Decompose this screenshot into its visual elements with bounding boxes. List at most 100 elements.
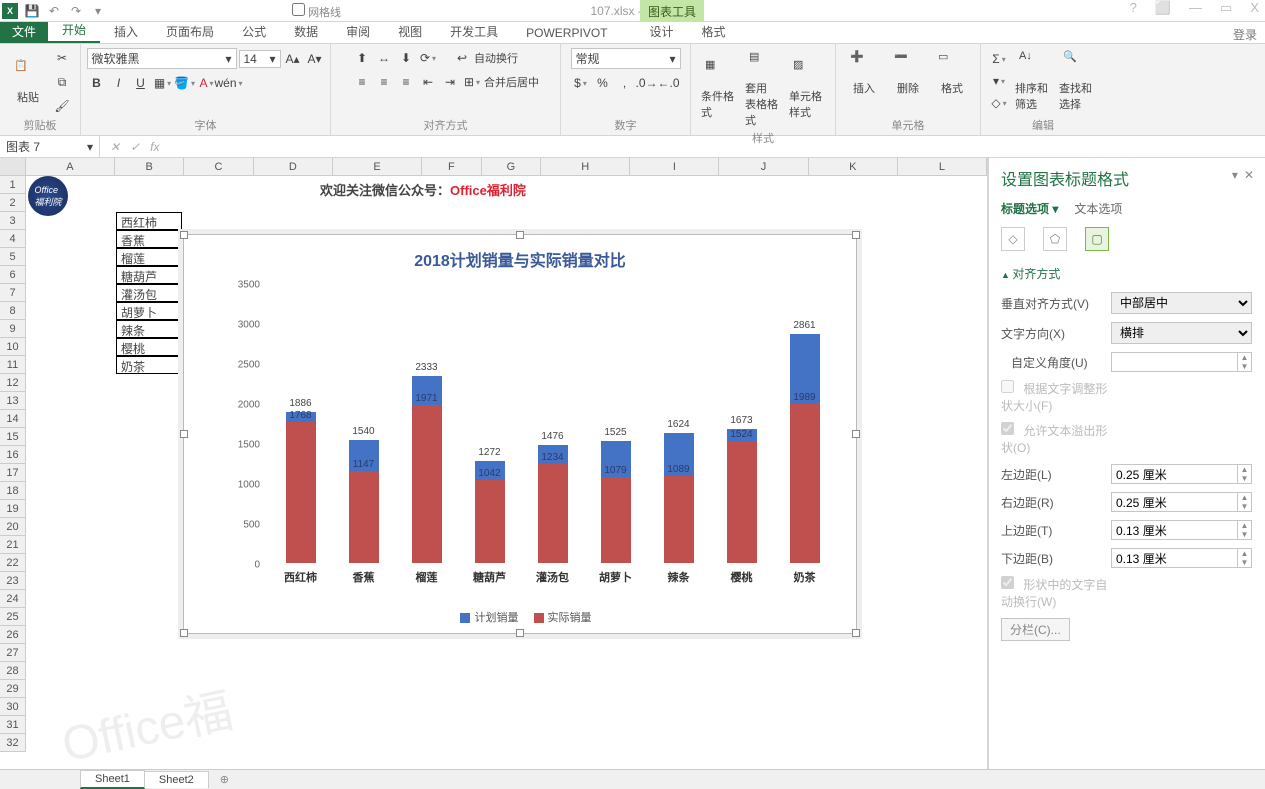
cell[interactable]: 奶茶 xyxy=(116,356,182,374)
italic-button[interactable]: I xyxy=(109,73,129,93)
legend[interactable]: 计划销量 实际销量 xyxy=(184,609,856,625)
insert-button[interactable]: ➕插入 xyxy=(844,48,884,98)
spinner-icon[interactable]: ▲▼ xyxy=(1237,353,1251,371)
conditional-format-button[interactable]: ▦条件格式 xyxy=(699,56,739,122)
valign-select[interactable]: 中部居中 xyxy=(1111,292,1252,314)
worksheet-grid[interactable]: ABCDEFGHIJKL Office福 院 Office 福利院 欢迎关注微信… xyxy=(0,158,988,776)
row-header[interactable]: 11 xyxy=(0,356,26,374)
row-header[interactable]: 10 xyxy=(0,338,26,356)
cell[interactable]: 香蕉 xyxy=(116,230,182,248)
tab-design[interactable]: 设计 xyxy=(635,20,687,43)
row-header[interactable]: 1 xyxy=(0,176,26,194)
cell[interactable]: 樱桃 xyxy=(116,338,182,356)
col-header[interactable]: C xyxy=(184,158,253,175)
tab-file[interactable]: 文件 xyxy=(0,20,48,43)
font-name-combo[interactable]: 微软雅黑▾ xyxy=(87,48,237,69)
cell-styles-button[interactable]: ▨单元格样式 xyxy=(787,56,827,122)
row-header[interactable]: 15 xyxy=(0,428,26,446)
align-mid-icon[interactable]: ↔ xyxy=(374,48,394,68)
row-header[interactable]: 5 xyxy=(0,248,26,266)
wrap-text-label[interactable]: 自动换行 xyxy=(474,50,518,66)
indent-inc-icon[interactable]: ⇥ xyxy=(440,72,460,92)
section-align[interactable]: 对齐方式 xyxy=(1001,265,1252,282)
row-header[interactable]: 7 xyxy=(0,284,26,302)
row-header[interactable]: 24 xyxy=(0,590,26,608)
fill-line-icon[interactable]: ◇ xyxy=(1001,227,1025,251)
bars[interactable]: 1886 1768 西红柿 1540 1147 香蕉 2333 1971 榴莲 … xyxy=(269,285,836,563)
underline-button[interactable]: U xyxy=(131,73,151,93)
copy-icon[interactable]: ⧉ xyxy=(52,72,72,92)
sheet-tab[interactable]: Sheet2 xyxy=(144,771,209,788)
paste-button[interactable]: 📋 粘贴 xyxy=(8,57,48,107)
gridlines-toggle[interactable]: 网格线 xyxy=(292,3,341,20)
minimize-icon[interactable]: — xyxy=(1189,0,1202,16)
cell[interactable]: 糖葫芦 xyxy=(116,266,182,284)
fill-color-button[interactable]: 🪣 xyxy=(175,73,195,93)
col-header[interactable]: E xyxy=(333,158,422,175)
row-header[interactable]: 3 xyxy=(0,212,26,230)
tab-review[interactable]: 审阅 xyxy=(332,20,384,43)
qat-more-icon[interactable]: ▾ xyxy=(90,3,106,19)
tab-data[interactable]: 数据 xyxy=(280,20,332,43)
indent-dec-icon[interactable]: ⇤ xyxy=(418,72,438,92)
clear-icon[interactable]: ◇ xyxy=(989,93,1009,113)
border-button[interactable]: ▦ xyxy=(153,73,173,93)
angle-input[interactable] xyxy=(1112,353,1237,371)
bar-segment-actual[interactable] xyxy=(538,464,568,563)
row-header[interactable]: 20 xyxy=(0,518,26,536)
cell[interactable]: 辣条 xyxy=(116,320,182,338)
spinner-icon[interactable]: ▲▼ xyxy=(1237,549,1251,567)
help-icon[interactable]: ? xyxy=(1130,0,1137,16)
tab-pagelayout[interactable]: 页面布局 xyxy=(152,20,228,43)
orientation-icon[interactable]: ⟳ xyxy=(418,48,438,68)
row-header[interactable]: 8 xyxy=(0,302,26,320)
name-box[interactable]: 图表 7▾ xyxy=(0,136,100,157)
row-header[interactable]: 9 xyxy=(0,320,26,338)
decrease-font-icon[interactable]: A▾ xyxy=(305,49,325,69)
inc-decimal-icon[interactable]: .0→ xyxy=(637,73,657,93)
pane-tab-text-options[interactable]: 文本选项 xyxy=(1074,200,1122,217)
new-sheet-icon[interactable]: ⊕ xyxy=(208,773,241,786)
currency-icon[interactable]: $ xyxy=(571,73,591,93)
row-header[interactable]: 26 xyxy=(0,626,26,644)
bar-segment-actual[interactable] xyxy=(664,476,694,563)
align-right-icon[interactable]: ≡ xyxy=(396,72,416,92)
autosum-icon[interactable]: Σ xyxy=(989,49,1009,69)
col-header[interactable]: D xyxy=(254,158,333,175)
tab-view[interactable]: 视图 xyxy=(384,20,436,43)
bar-segment-actual[interactable] xyxy=(286,422,316,563)
number-format-combo[interactable]: 常规▾ xyxy=(571,48,681,69)
row-header[interactable]: 13 xyxy=(0,392,26,410)
tab-insert[interactable]: 插入 xyxy=(100,20,152,43)
cell[interactable]: 胡萝卜 xyxy=(116,302,182,320)
bar-segment-actual[interactable] xyxy=(601,477,631,563)
row-header[interactable]: 27 xyxy=(0,644,26,662)
columns-button[interactable]: 分栏(C)... xyxy=(1001,618,1070,641)
percent-icon[interactable]: % xyxy=(593,73,613,93)
row-header[interactable]: 12 xyxy=(0,374,26,392)
bar-segment-actual[interactable] xyxy=(475,480,505,563)
row-header[interactable]: 14 xyxy=(0,410,26,428)
row-header[interactable]: 28 xyxy=(0,662,26,680)
margin-r-input[interactable] xyxy=(1112,493,1237,511)
tab-format[interactable]: 格式 xyxy=(688,20,740,43)
align-center-icon[interactable]: ≡ xyxy=(374,72,394,92)
select-all-corner[interactable] xyxy=(0,158,26,175)
align-top-icon[interactable]: ⬆ xyxy=(352,48,372,68)
row-header[interactable]: 31 xyxy=(0,716,26,734)
chart-title[interactable]: 2018计划销量与实际销量对比 xyxy=(184,235,856,277)
table-format-button[interactable]: ▤套用 表格格式 xyxy=(743,48,783,130)
col-header[interactable]: A xyxy=(26,158,115,175)
fx-icon[interactable]: fx xyxy=(150,140,159,154)
y-axis[interactable]: 0500100015002000250030003500 xyxy=(224,285,264,563)
increase-font-icon[interactable]: A▴ xyxy=(283,49,303,69)
pane-close-icon[interactable]: ✕ xyxy=(1244,168,1254,182)
chart-object[interactable]: 2018计划销量与实际销量对比 050010001500200025003000… xyxy=(183,234,857,634)
wrap-text-button[interactable]: ↩ xyxy=(452,48,472,68)
plot-area[interactable]: 0500100015002000250030003500 1886 1768 西… xyxy=(224,285,836,563)
sheet-tab[interactable]: Sheet1 xyxy=(80,770,145,789)
tab-developer[interactable]: 开发工具 xyxy=(436,20,512,43)
row-header[interactable]: 19 xyxy=(0,500,26,518)
row-header[interactable]: 30 xyxy=(0,698,26,716)
row-header[interactable]: 16 xyxy=(0,446,26,464)
